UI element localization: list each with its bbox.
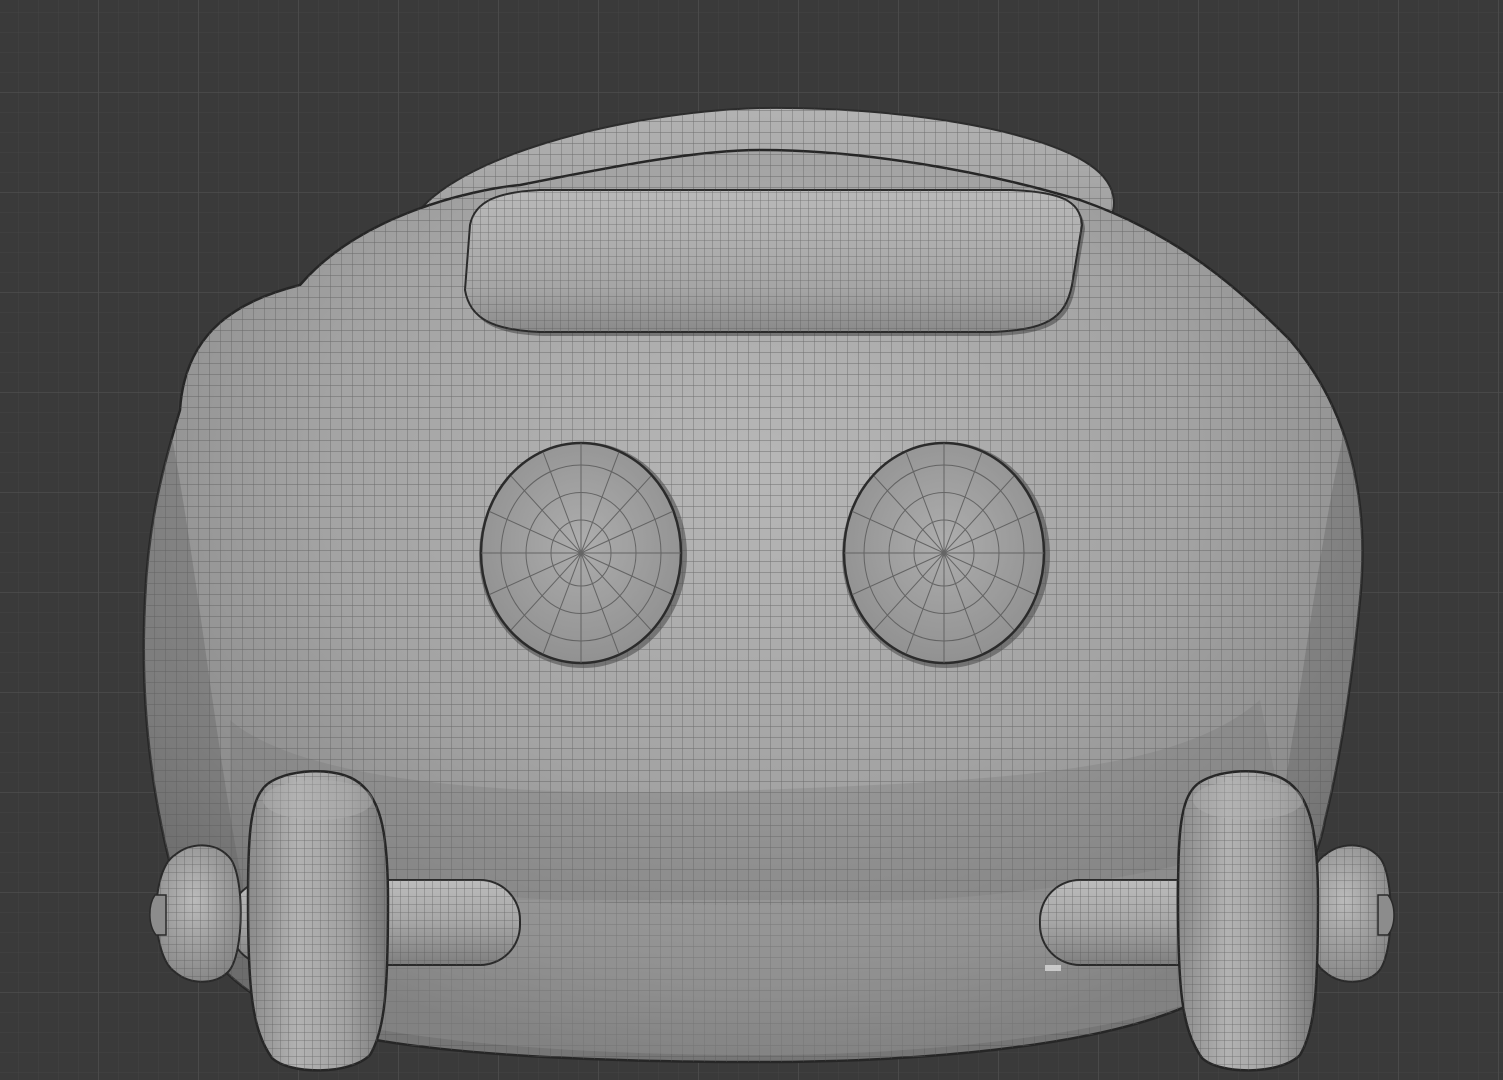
right-eye[interactable] [842, 441, 1050, 668]
viewport-canvas[interactable] [0, 0, 1503, 1080]
right-axle-cap[interactable] [1305, 844, 1395, 983]
roof-scoop[interactable] [463, 189, 1085, 336]
3d-viewport[interactable] [0, 0, 1503, 1080]
left-wheel[interactable] [246, 770, 390, 1072]
left-eye[interactable] [479, 441, 687, 668]
bottom-highlight [1045, 965, 1061, 971]
right-wheel[interactable] [1176, 770, 1320, 1072]
